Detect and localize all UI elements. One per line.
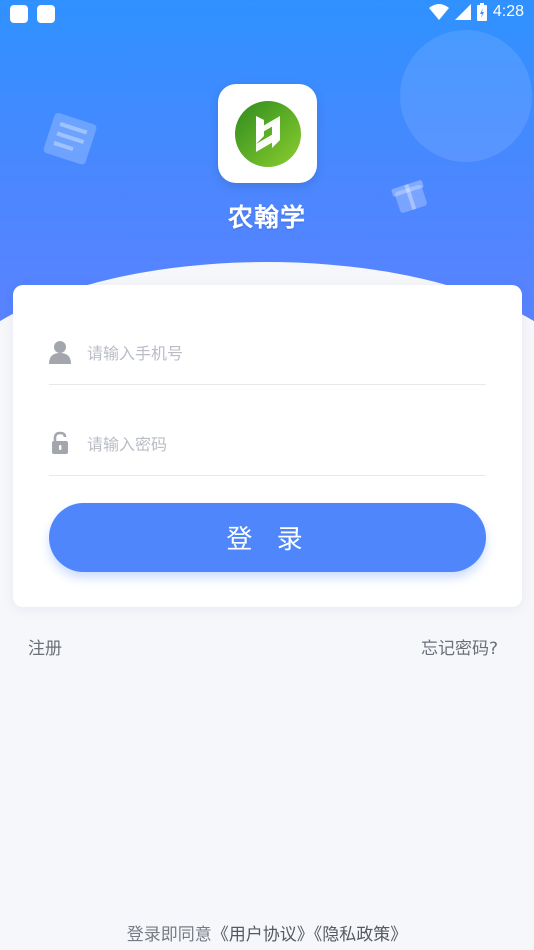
cell-signal-icon bbox=[454, 4, 471, 20]
app-name: 农翰学 bbox=[227, 203, 306, 232]
agreement-prefix: 登录即同意 bbox=[126, 925, 212, 945]
user-agreement-link[interactable]: 《用户协议》 bbox=[212, 925, 314, 945]
phone-field bbox=[49, 314, 486, 385]
register-link[interactable]: 注册 bbox=[28, 634, 62, 659]
app-logo bbox=[218, 84, 317, 183]
notification-icon bbox=[37, 5, 55, 23]
lock-icon bbox=[52, 431, 68, 454]
status-right: 4:28 bbox=[428, 3, 524, 21]
status-time: 4:28 bbox=[492, 3, 524, 20]
decorative-circle bbox=[400, 30, 532, 162]
agreement-text: 登录即同意《用户协议》《隐私政策》 bbox=[0, 920, 534, 945]
password-field bbox=[49, 405, 486, 476]
book-decoration-icon bbox=[43, 112, 97, 165]
app-logo-icon bbox=[234, 100, 301, 167]
wifi-icon bbox=[428, 4, 449, 20]
notification-icon bbox=[10, 5, 28, 23]
forgot-password-link[interactable]: 忘记密码? bbox=[421, 634, 498, 659]
privacy-policy-link[interactable]: 《隐私政策》 bbox=[314, 925, 408, 945]
phone-input[interactable] bbox=[85, 338, 469, 368]
password-input[interactable] bbox=[85, 429, 469, 459]
login-card: 登 录 bbox=[13, 285, 522, 607]
battery-icon bbox=[476, 3, 487, 21]
status-bar: 4:28 bbox=[0, 0, 534, 28]
user-icon bbox=[49, 341, 71, 364]
login-button[interactable]: 登 录 bbox=[49, 503, 486, 572]
